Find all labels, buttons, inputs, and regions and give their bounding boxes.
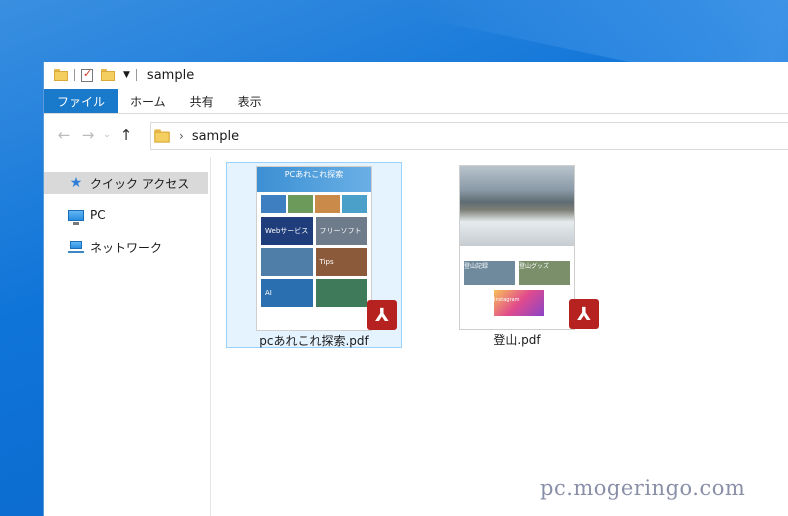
ribbon-tabs: ファイル ホーム 共有 表示: [44, 89, 788, 114]
file-item-tozan[interactable]: 登山記録 登山グッズ Instagram ⅄ 登山.pdf: [429, 162, 605, 348]
sidebar-item-label: ネットワーク: [90, 240, 163, 255]
thumbnail-grid: Webサービス フリーソフト Tips AI: [261, 217, 367, 307]
folder-icon: [54, 69, 68, 81]
thumb-cell: 登山記録: [464, 261, 515, 285]
computer-icon: [68, 207, 84, 225]
thumb-cell: フリーソフト: [315, 217, 367, 245]
tab-home[interactable]: ホーム: [118, 89, 178, 113]
thumbnail-strip: [261, 195, 367, 213]
title-bar: ▼ sample: [44, 62, 788, 88]
mountain-photo: [460, 166, 574, 246]
thumb-cell: AI: [261, 279, 313, 307]
new-folder-icon[interactable]: [101, 69, 115, 81]
pdf-thumbnail: 登山記録 登山グッズ Instagram: [459, 165, 575, 330]
instagram-banner: Instagram: [494, 290, 544, 316]
window-title: sample: [146, 67, 195, 83]
thumb-cell: Webサービス: [261, 217, 313, 245]
folder-icon: [154, 129, 170, 143]
properties-icon[interactable]: [81, 67, 93, 82]
sidebar-item-quick-access[interactable]: ★ クイック アクセス: [44, 172, 208, 194]
thumbnail-header: PCあれこれ探索: [257, 167, 371, 192]
thumbnail-row: 登山記録 登山グッズ: [464, 261, 570, 285]
network-icon: [68, 239, 84, 255]
navigation-pane: ★ クイック アクセス PC ネットワーク: [44, 157, 211, 516]
sidebar-item-label: PC: [90, 208, 106, 222]
navigation-bar: ← → ⌄ ↑ › sample: [44, 120, 788, 150]
star-icon: ★: [69, 175, 83, 191]
breadcrumb-separator: ›: [179, 129, 184, 143]
divider: [74, 69, 75, 81]
explorer-window: ▼ sample ファイル ホーム 共有 表示 ← → ⌄ ↑ › sample…: [43, 62, 788, 516]
tab-file[interactable]: ファイル: [44, 89, 119, 113]
thumb-cell: [315, 279, 367, 307]
sidebar-item-pc[interactable]: PC: [44, 204, 208, 226]
pdf-icon: ⅄: [367, 300, 397, 330]
thumb-cell: 登山グッズ: [519, 261, 570, 285]
sidebar-item-network[interactable]: ネットワーク: [44, 236, 208, 258]
site-watermark: pc.mogeringo.com: [540, 476, 746, 500]
tab-view[interactable]: 表示: [226, 89, 274, 113]
sidebar-item-label: クイック アクセス: [90, 176, 190, 191]
recent-locations-button[interactable]: ⌄: [100, 130, 114, 140]
file-name: pcあれこれ探索.pdf: [259, 334, 369, 348]
back-button[interactable]: ←: [52, 126, 76, 144]
breadcrumb-sample[interactable]: sample: [192, 129, 239, 144]
thumb-cell: [261, 248, 313, 276]
address-bar[interactable]: › sample: [150, 122, 788, 150]
thumb-cell: Tips: [315, 248, 367, 276]
customize-toolbar-icon[interactable]: ▼: [123, 70, 130, 80]
up-button[interactable]: ↑: [114, 126, 138, 144]
tab-share[interactable]: 共有: [178, 89, 226, 113]
file-name: 登山.pdf: [493, 333, 541, 347]
pdf-icon: ⅄: [569, 299, 599, 329]
divider: [135, 69, 137, 81]
pdf-thumbnail: PCあれこれ探索 Webサービス フリーソフト Tips AI: [256, 166, 372, 331]
file-item-pc-arekore[interactable]: PCあれこれ探索 Webサービス フリーソフト Tips AI ⅄ pcあれこれ…: [226, 162, 402, 348]
forward-button[interactable]: →: [76, 126, 100, 144]
instagram-label: Instagram: [494, 297, 520, 303]
